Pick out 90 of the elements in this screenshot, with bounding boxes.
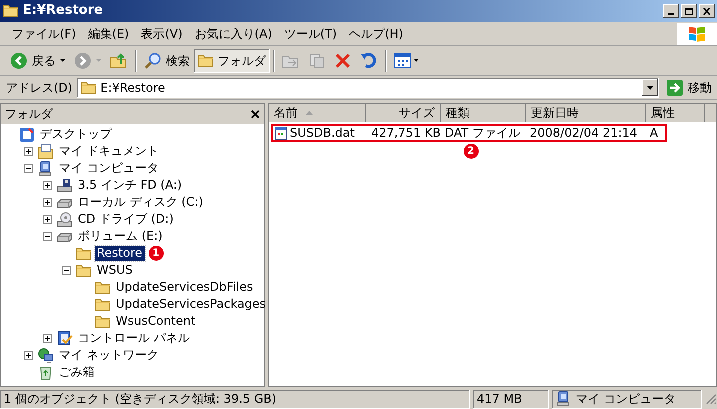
file-row[interactable]: SUSDB.dat 427,751 KB DAT ファイル 2008/02/04 21:14 A (271, 124, 667, 142)
menu-item[interactable]: ファイル(F) (6, 24, 82, 42)
tree-item[interactable]: WSUS (95, 263, 135, 278)
column-header[interactable]: サイズ (366, 104, 441, 122)
tree-item[interactable]: WsusContent (114, 314, 198, 329)
folder-icon (76, 264, 92, 278)
tree-item[interactable]: ボリューム (E:) (76, 229, 165, 244)
folder-up-icon (110, 52, 128, 70)
folder-icon (95, 298, 111, 312)
minimize-button[interactable] (663, 4, 679, 18)
folder-icon (80, 80, 97, 94)
column-header[interactable]: 更新日時 (526, 104, 646, 122)
desktop-icon (19, 126, 35, 142)
network-icon (38, 348, 54, 364)
callout-number: 2 (464, 144, 478, 159)
maximize-button[interactable] (681, 4, 697, 18)
folder-icon (95, 280, 111, 294)
flag-logo-icon (687, 24, 707, 42)
close-icon[interactable] (251, 110, 260, 118)
tree-item[interactable]: ローカル ディスク (C:) (76, 195, 206, 210)
cd-drive-icon (57, 212, 73, 228)
documents-icon (38, 144, 54, 160)
collapse-toggle[interactable] (43, 232, 52, 241)
go-button[interactable]: 移動 (663, 78, 715, 98)
dropdown-button[interactable] (642, 79, 658, 96)
search-button[interactable]: 検索 (140, 48, 194, 72)
column-header[interactable]: 名前 (269, 104, 366, 122)
tree-item[interactable]: CD ドライブ (D:) (76, 212, 176, 227)
status-text: 1 個のオブジェクト (空きディスク領域: 39.5 GB) (0, 390, 470, 408)
folder-icon (198, 54, 214, 68)
zone-label: マイ コンピュータ (576, 391, 676, 408)
control-panel-icon (57, 330, 73, 346)
resize-grip-icon (705, 393, 717, 405)
column-header[interactable]: 属性 (646, 104, 705, 122)
floppy-drive-icon (57, 178, 73, 194)
menu-item[interactable]: ヘルプ(H) (343, 24, 410, 42)
expand-toggle[interactable] (43, 181, 52, 190)
close-button[interactable] (699, 4, 715, 18)
tree-item[interactable]: Restore (95, 246, 145, 261)
search-icon (144, 52, 162, 70)
address-label: アドレス(D) (6, 80, 73, 96)
table-cell-text: SUSDB.dat (290, 125, 355, 142)
expand-toggle[interactable] (24, 147, 33, 156)
menu-item[interactable]: 編集(E) (82, 24, 136, 42)
expand-toggle[interactable] (43, 198, 52, 207)
expand-toggle[interactable] (43, 334, 52, 343)
tree-item[interactable]: ごみ箱 (57, 365, 97, 380)
table-cell-text: 2008/02/04 21:14 (530, 125, 638, 142)
copy-to-icon (308, 52, 326, 70)
tree-item[interactable]: UpdateServicesDbFiles (114, 280, 256, 295)
tree-item[interactable]: 3.5 インチ FD (A:) (76, 178, 184, 193)
back-button[interactable]: 戻る (6, 48, 70, 72)
expand-toggle[interactable] (24, 351, 33, 360)
folders-button[interactable]: フォルダ (194, 48, 270, 72)
address-field[interactable]: E:¥Restore (76, 78, 659, 98)
views-icon (394, 52, 420, 70)
tree-item[interactable]: マイ コンピュータ (57, 161, 161, 176)
column-header[interactable]: 種類 (441, 104, 526, 122)
file-icon (275, 126, 287, 140)
caret-icon (646, 86, 654, 90)
caret-icon (96, 58, 102, 62)
status-size: 417 MB (473, 390, 549, 408)
recycle-bin-icon (38, 364, 54, 380)
tree-item[interactable]: マイ ネットワーク (57, 348, 161, 363)
undo-icon (360, 52, 378, 70)
window-title: E:¥Restore (23, 2, 104, 20)
table-cell-text: A (650, 125, 658, 142)
callout-number: 1 (148, 246, 164, 261)
maximize-icon (685, 8, 693, 14)
menu-item[interactable]: 表示(V) (135, 24, 189, 42)
close-icon (703, 8, 711, 14)
folder-icon (95, 314, 111, 328)
arrow-right-icon (666, 78, 684, 96)
delete-icon (334, 52, 352, 70)
expand-toggle[interactable] (43, 215, 52, 224)
caret-icon (60, 58, 66, 62)
tree-item[interactable]: マイ ドキュメント (57, 144, 161, 159)
table-cell-text: 427,751 KB (371, 125, 441, 142)
computer-icon (38, 160, 54, 176)
tree-item[interactable]: デスクトップ (38, 127, 114, 142)
folder-icon (76, 246, 92, 260)
collapse-toggle[interactable] (24, 164, 33, 173)
collapse-toggle[interactable] (62, 266, 71, 275)
table-cell-text: DAT ファイル (445, 125, 520, 142)
tree-item[interactable]: コントロール パネル (76, 331, 192, 346)
menu-item[interactable]: お気に入り(A) (188, 24, 278, 42)
menu-item[interactable]: ツール(T) (278, 24, 344, 42)
folder-icon (3, 4, 19, 18)
tree-item[interactable]: UpdateServicesPackages (114, 297, 268, 312)
pane-title: フォルダ (5, 106, 53, 123)
